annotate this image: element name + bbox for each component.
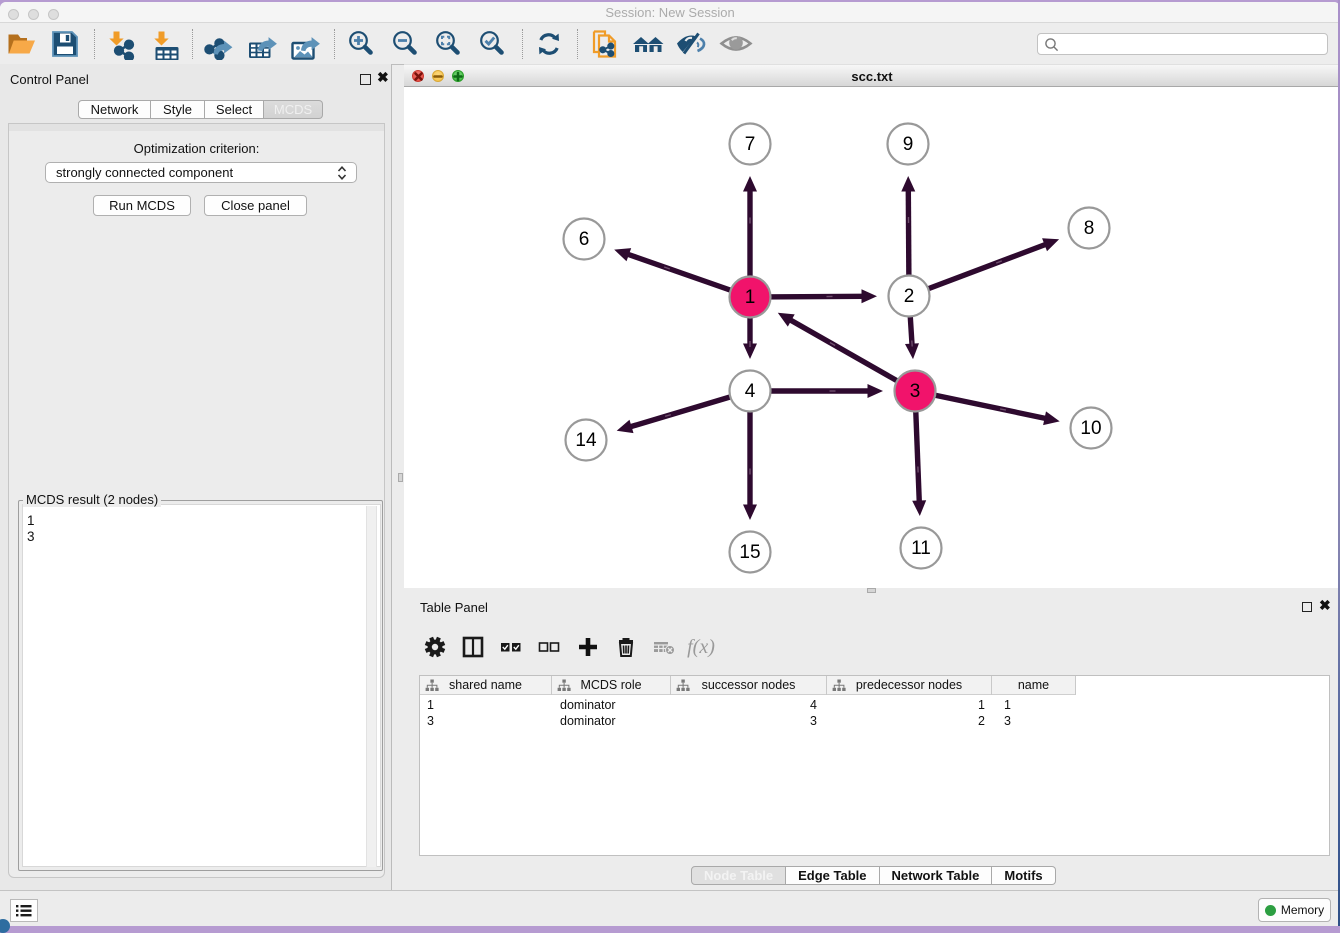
svg-text:7: 7: [745, 134, 756, 155]
svg-text:1: 1: [745, 287, 756, 308]
svg-text:4: 4: [745, 381, 756, 402]
svg-text:15: 15: [739, 542, 760, 563]
svg-text:3: 3: [910, 381, 921, 402]
svg-text:2: 2: [904, 286, 915, 307]
svg-text:11: 11: [911, 538, 931, 559]
svg-text:14: 14: [575, 430, 597, 451]
svg-text:8: 8: [1084, 218, 1095, 239]
svg-text:6: 6: [579, 229, 590, 250]
svg-text:10: 10: [1080, 418, 1101, 439]
svg-text:9: 9: [903, 134, 914, 155]
